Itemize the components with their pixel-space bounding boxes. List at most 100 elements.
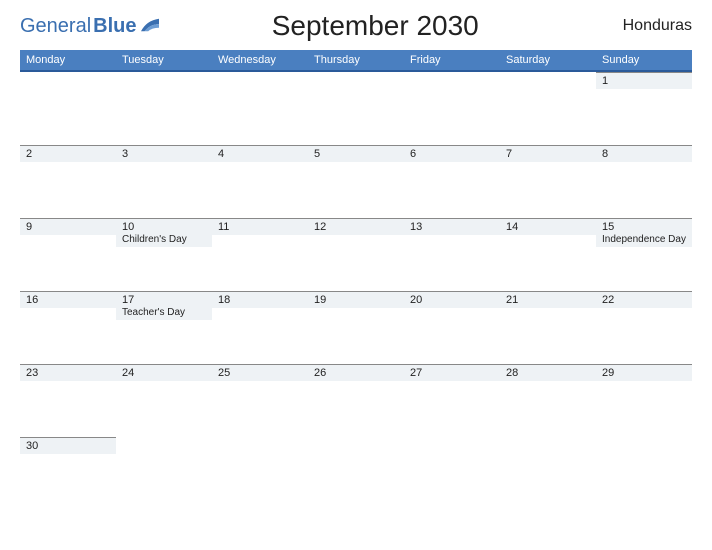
day-number: 15	[596, 219, 692, 234]
weekday-header: Sunday	[596, 50, 692, 70]
day-body	[404, 89, 500, 145]
day-body	[212, 308, 308, 364]
day-cell: 20	[404, 291, 500, 364]
day-header: 10Children's Day	[116, 218, 212, 247]
day-body	[116, 454, 212, 510]
day-cell: 29	[596, 364, 692, 437]
weekday-header: Tuesday	[116, 50, 212, 70]
day-cell: 14	[500, 218, 596, 291]
day-number: 7	[500, 146, 596, 161]
day-number: 3	[116, 146, 212, 161]
day-cell: 27	[404, 364, 500, 437]
day-cell: 1	[596, 72, 692, 145]
day-header: 3	[116, 145, 212, 162]
day-cell: 21	[500, 291, 596, 364]
day-event-label: Children's Day	[116, 234, 212, 247]
day-cell	[500, 437, 596, 510]
day-number: 4	[212, 146, 308, 161]
day-number: 1	[596, 73, 692, 88]
day-cell	[596, 437, 692, 510]
day-cell	[212, 72, 308, 145]
day-body	[596, 308, 692, 364]
day-number: 30	[20, 438, 116, 453]
page-title: September 2030	[159, 10, 593, 42]
day-cell: 19	[308, 291, 404, 364]
day-cell	[404, 72, 500, 145]
day-cell: 2	[20, 145, 116, 218]
day-body	[404, 381, 500, 437]
day-body	[308, 89, 404, 145]
day-header	[212, 437, 308, 454]
day-number: 22	[596, 292, 692, 307]
weekday-header: Saturday	[500, 50, 596, 70]
day-header: 16	[20, 291, 116, 308]
day-cell: 12	[308, 218, 404, 291]
day-event-label: Independence Day	[596, 234, 692, 247]
day-body	[404, 162, 500, 218]
day-body	[212, 89, 308, 145]
day-number: 26	[308, 365, 404, 380]
day-header: 19	[308, 291, 404, 308]
day-header: 26	[308, 364, 404, 381]
day-number: 17	[116, 292, 212, 307]
day-header	[404, 72, 500, 89]
day-body	[20, 308, 116, 364]
day-header: 5	[308, 145, 404, 162]
day-header: 28	[500, 364, 596, 381]
day-body	[20, 454, 116, 510]
day-cell: 18	[212, 291, 308, 364]
day-header	[596, 437, 692, 454]
day-cell: 6	[404, 145, 500, 218]
day-body	[212, 381, 308, 437]
day-cell	[404, 437, 500, 510]
day-header: 8	[596, 145, 692, 162]
day-header: 12	[308, 218, 404, 235]
day-number: 6	[404, 146, 500, 161]
day-body	[596, 89, 692, 145]
day-header	[500, 72, 596, 89]
brand-logo: General Blue	[20, 15, 159, 38]
day-header: 18	[212, 291, 308, 308]
logo-text-blue: Blue	[93, 15, 136, 38]
day-body	[212, 162, 308, 218]
day-number: 28	[500, 365, 596, 380]
day-body	[116, 89, 212, 145]
day-cell: 5	[308, 145, 404, 218]
day-number: 13	[404, 219, 500, 234]
day-number: 16	[20, 292, 116, 307]
day-header: 23	[20, 364, 116, 381]
day-cell: 16	[20, 291, 116, 364]
day-body	[308, 308, 404, 364]
day-body	[116, 162, 212, 218]
day-cell: 8	[596, 145, 692, 218]
day-number: 21	[500, 292, 596, 307]
day-body	[500, 162, 596, 218]
day-number: 11	[212, 219, 308, 234]
day-cell: 11	[212, 218, 308, 291]
day-cell: 15Independence Day	[596, 218, 692, 291]
day-event-label: Teacher's Day	[116, 307, 212, 320]
day-cell: 28	[500, 364, 596, 437]
day-body	[20, 381, 116, 437]
day-cell: 26	[308, 364, 404, 437]
week-row: 1617Teacher's Day1819202122	[20, 291, 692, 364]
calendar-page: General Blue September 2030 Honduras Mon…	[0, 0, 712, 530]
day-number: 8	[596, 146, 692, 161]
week-row: 30	[20, 437, 692, 510]
day-cell: 4	[212, 145, 308, 218]
day-body	[596, 381, 692, 437]
day-body	[500, 308, 596, 364]
day-number: 10	[116, 219, 212, 234]
day-number: 2	[20, 146, 116, 161]
weekday-header: Monday	[20, 50, 116, 70]
day-cell	[116, 72, 212, 145]
weekday-header-row: Monday Tuesday Wednesday Thursday Friday…	[20, 50, 692, 72]
day-cell: 24	[116, 364, 212, 437]
day-header	[500, 437, 596, 454]
day-body	[308, 454, 404, 510]
day-header	[404, 437, 500, 454]
week-row: 2345678	[20, 145, 692, 218]
day-header: 11	[212, 218, 308, 235]
day-header: 2	[20, 145, 116, 162]
day-header: 7	[500, 145, 596, 162]
